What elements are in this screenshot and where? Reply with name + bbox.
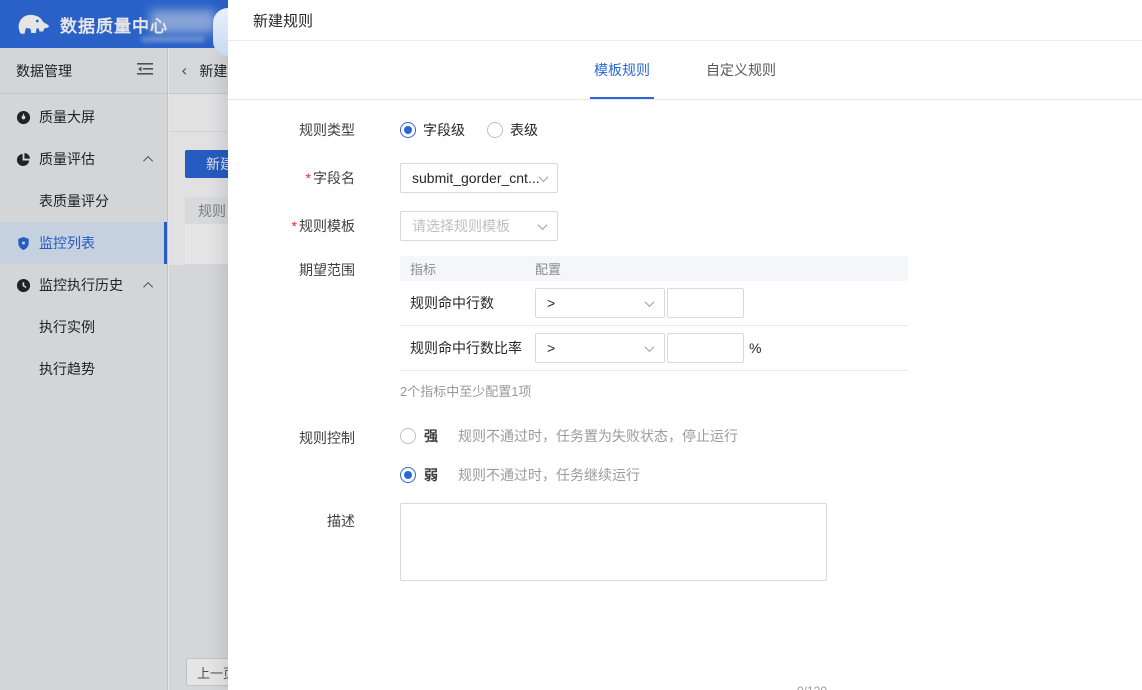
radio-field-level-label[interactable]: 字段级 — [423, 120, 465, 140]
form-row-description: 描述 — [228, 503, 1142, 581]
operator-value: > — [547, 295, 556, 311]
column-metric: 指标 — [410, 262, 437, 277]
screen: 数据质量中心 数据管理 质量大屏 质量评估 表质量评分 监控列表 监控执行历史 … — [0, 0, 1142, 690]
rule-form: 规则类型 字段级 表级 * 字段名 submit_gorder_cnt... *… — [228, 100, 1142, 690]
hit-count-operator-select[interactable]: > — [535, 288, 665, 318]
expected-range-label: 期望范围 — [299, 262, 355, 278]
expected-range-hint: 2个指标中至少配置1项 — [400, 384, 532, 399]
rule-template-label: * 规则模板 — [291, 218, 355, 234]
radio-table-level[interactable] — [487, 122, 503, 138]
chevron-down-icon — [644, 296, 655, 307]
metric-hit-ratio-label: 规则命中行数比率 — [410, 340, 522, 356]
rule-type-label: 规则类型 — [299, 122, 355, 138]
hit-ratio-operator-select[interactable]: > — [535, 333, 665, 363]
radio-weak[interactable] — [400, 467, 416, 483]
rule-control-option-weak: 弱 规则不通过时，任务继续运行 — [400, 465, 738, 485]
metric-hit-count-label: 规则命中行数 — [410, 295, 494, 311]
weak-label[interactable]: 弱 — [424, 465, 438, 485]
chevron-down-icon — [537, 219, 548, 230]
radio-strong[interactable] — [400, 428, 416, 444]
field-name-label: * 字段名 — [305, 170, 355, 186]
tab-template-rule[interactable]: 模板规则 — [590, 41, 654, 99]
radio-table-level-label[interactable]: 表级 — [510, 120, 538, 140]
form-row-field-name: * 字段名 submit_gorder_cnt... — [228, 163, 1142, 193]
form-row-rule-type: 规则类型 字段级 表级 — [228, 120, 1142, 140]
new-rule-drawer: 新建规则 模板规则 自定义规则 规则类型 字段级 表级 * 字段名 submit… — [213, 0, 1142, 690]
chevron-down-icon — [538, 171, 549, 182]
strong-desc: 规则不通过时，任务置为失败状态，停止运行 — [458, 428, 738, 444]
rule-control-label: 规则控制 — [299, 430, 355, 446]
chevron-down-icon — [644, 341, 655, 352]
column-config: 配置 — [535, 262, 562, 277]
rule-control-option-strong: 强 规则不通过时，任务置为失败状态，停止运行 — [400, 426, 738, 446]
operator-value: > — [547, 340, 556, 356]
table-row-hit-ratio: 规则命中行数比率 > % — [400, 326, 908, 371]
rule-template-placeholder: 请选择规则模板 — [412, 218, 510, 234]
form-row-rule-control: 规则控制 强 规则不通过时，任务置为失败状态，停止运行 弱 规则不通过时，任务继… — [228, 426, 1142, 485]
tab-custom-rule[interactable]: 自定义规则 — [702, 41, 780, 99]
hit-ratio-value-input[interactable] — [667, 333, 744, 363]
strong-label[interactable]: 强 — [424, 426, 438, 446]
description-char-counter: 0/120 — [228, 684, 827, 690]
form-row-rule-template: * 规则模板 请选择规则模板 — [228, 211, 1142, 241]
description-label: 描述 — [327, 513, 355, 529]
rule-tabs: 模板规则 自定义规则 — [228, 41, 1142, 100]
required-star: * — [305, 170, 311, 186]
field-name-value: submit_gorder_cnt... — [412, 170, 540, 186]
required-star: * — [291, 218, 297, 234]
weak-desc: 规则不通过时，任务继续运行 — [458, 467, 640, 483]
form-row-hint: 2个指标中至少配置1项 — [228, 381, 1142, 400]
expected-range-table: 指标 配置 规则命中行数 > 规则命中行数比率 > % — [400, 256, 908, 371]
drawer-title: 新建规则 — [228, 0, 1142, 41]
drawer-collapse-handle[interactable] — [213, 8, 228, 56]
expected-range-table-head: 指标 配置 — [400, 256, 908, 281]
radio-field-level[interactable] — [400, 122, 416, 138]
percent-suffix: % — [749, 340, 762, 356]
field-name-select[interactable]: submit_gorder_cnt... — [400, 163, 558, 193]
description-textarea[interactable] — [400, 503, 827, 581]
form-row-expected-range: 期望范围 指标 配置 规则命中行数 > 规则命中行数比率 > % — [228, 256, 1142, 371]
rule-template-select[interactable]: 请选择规则模板 — [400, 211, 558, 241]
hit-count-value-input[interactable] — [667, 288, 744, 318]
table-row-hit-count: 规则命中行数 > — [400, 281, 908, 326]
